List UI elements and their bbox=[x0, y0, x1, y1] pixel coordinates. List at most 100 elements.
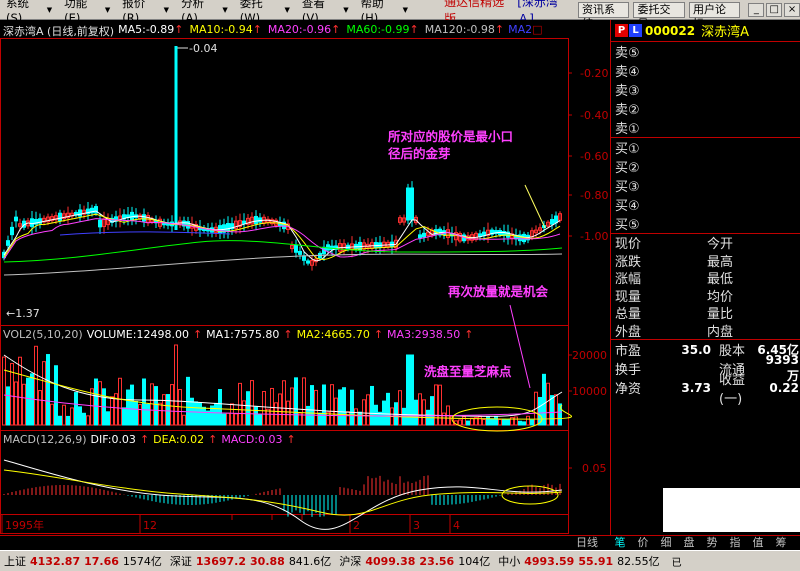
candle-body bbox=[302, 255, 306, 261]
menu-system[interactable]: 系统(S) ▼ bbox=[0, 0, 58, 25]
candle-body bbox=[98, 219, 102, 228]
volume-bar bbox=[154, 386, 158, 426]
bottom-tab[interactable]: 势 bbox=[702, 536, 722, 550]
info-system-button[interactable]: 资讯系统 bbox=[577, 1, 630, 30]
menu-function[interactable]: 功能(E) ▼ bbox=[58, 0, 116, 25]
volume-bar bbox=[498, 418, 502, 426]
bottom-tab[interactable]: 价 bbox=[633, 536, 653, 550]
sell-level[interactable]: 卖③ bbox=[611, 80, 800, 99]
index-segment[interactable]: 沪深 4099.38 23.56 104亿 bbox=[335, 553, 494, 569]
menu-analysis[interactable]: 分析(A) ▼ bbox=[175, 0, 234, 25]
bottom-tab[interactable]: 值 bbox=[748, 536, 768, 550]
status-bar: 上证 4132.87 17.66 1574亿 深证 13697.2 30.88 841.6亿沪… bbox=[0, 550, 800, 571]
index-segment[interactable]: 中小 4993.59 55.91 82.55亿 bbox=[494, 553, 663, 569]
x-axis-label: 3 bbox=[413, 519, 420, 532]
quote-row: 涨跌 最高 bbox=[611, 252, 800, 270]
fundamental-key: 换手 bbox=[615, 363, 642, 378]
volume-bar bbox=[158, 402, 162, 426]
volume-bar bbox=[458, 419, 462, 426]
ma-label-wrap: MA120:-0.98↑ bbox=[425, 23, 504, 39]
bottom-tab[interactable]: 盘 bbox=[679, 536, 699, 550]
volume-bar bbox=[94, 378, 98, 426]
volume-tick-label: 20000 bbox=[572, 349, 607, 362]
buy-level[interactable]: 买③ bbox=[611, 176, 800, 195]
bottom-tab[interactable]: 笔 bbox=[610, 536, 630, 550]
chart-canvas[interactable]: -0.20 -0.40 -0.60 -0.80 -1.00 20000 10000 0.05 1… bbox=[0, 20, 610, 535]
sell-level[interactable]: 卖④ bbox=[611, 61, 800, 80]
volume-bar bbox=[74, 392, 78, 426]
index-volume: 104亿 bbox=[458, 555, 491, 568]
volume-bar bbox=[514, 416, 518, 426]
volume-bar bbox=[226, 412, 230, 426]
macd-highlight-ellipse bbox=[501, 485, 559, 505]
quote-label: 均价 bbox=[707, 289, 734, 305]
price-tick-label: -0.40 bbox=[580, 109, 608, 122]
sell-level[interactable]: 卖② bbox=[611, 99, 800, 118]
volume-bar bbox=[374, 404, 378, 426]
quote-label: 现价 bbox=[615, 237, 642, 253]
volume-bar bbox=[490, 418, 494, 426]
ma-label: MA10:-0.94 bbox=[189, 23, 253, 36]
candle-body bbox=[142, 214, 146, 222]
buy-level[interactable]: 买④ bbox=[611, 195, 800, 214]
candle-body bbox=[298, 250, 302, 255]
volume-bar bbox=[346, 411, 350, 426]
buy-level[interactable]: 买① bbox=[611, 138, 800, 157]
candle-body bbox=[130, 211, 134, 221]
maximize-button[interactable]: □ bbox=[766, 2, 783, 17]
volume-bar bbox=[302, 377, 306, 426]
volume-bar bbox=[494, 415, 498, 426]
volume-bar bbox=[174, 344, 178, 426]
macd-panel-header: MACD(12,26,9) DIF:0.03 ↑ DEA:0.02 ↑ MACD:0.03… bbox=[3, 433, 296, 446]
volume-bar bbox=[262, 391, 266, 426]
menu-help[interactable]: 帮助(H) ▼ bbox=[355, 0, 414, 25]
volume-bar bbox=[482, 418, 486, 426]
volume-bar bbox=[38, 390, 42, 426]
indicator-label: DIF:0.03 bbox=[90, 433, 136, 446]
ma120-line bbox=[3, 253, 563, 276]
bottom-tab[interactable]: 筹 bbox=[771, 536, 791, 550]
buy-level[interactable]: 买② bbox=[611, 157, 800, 176]
volume-bar bbox=[358, 411, 362, 426]
volume-bar bbox=[550, 395, 554, 426]
candle-body bbox=[406, 187, 410, 221]
close-button[interactable]: × bbox=[784, 2, 800, 17]
quote-label: 内盘 bbox=[707, 324, 734, 340]
bottom-tab[interactable]: 细 bbox=[656, 536, 676, 550]
index-segment[interactable]: 上证 4132.87 17.66 1574亿 bbox=[0, 553, 166, 569]
sell-level[interactable]: 卖① bbox=[611, 118, 800, 137]
l-badge-icon[interactable]: L bbox=[629, 24, 642, 37]
volume-bar bbox=[250, 380, 254, 426]
status-extra: 已 bbox=[671, 557, 682, 569]
volume-bar bbox=[134, 400, 138, 426]
sell-level[interactable]: 卖⑤ bbox=[611, 42, 800, 61]
candle-body bbox=[550, 218, 554, 225]
buy-level[interactable]: 买⑤ bbox=[611, 214, 800, 233]
trade-button[interactable]: 委托交易 bbox=[633, 1, 685, 30]
x-axis-label: 1995年 bbox=[5, 518, 44, 532]
volume-bar bbox=[26, 377, 30, 426]
minimize-button[interactable]: _ bbox=[748, 2, 765, 17]
menu-trade[interactable]: 委托(W) ▼ bbox=[234, 0, 296, 25]
volume-bar bbox=[414, 399, 418, 426]
volume-bar bbox=[2, 356, 6, 426]
index-volume: 1574亿 bbox=[122, 555, 162, 568]
menu-view[interactable]: 查看(V) ▼ bbox=[296, 0, 355, 25]
volume-bar bbox=[6, 386, 10, 426]
volume-bar bbox=[238, 382, 242, 426]
menu-quote[interactable]: 报价(R) ▼ bbox=[116, 0, 175, 25]
user-forum-button[interactable]: 用户论坛 bbox=[688, 1, 741, 30]
candle-body bbox=[410, 187, 414, 221]
volume-bar bbox=[122, 407, 126, 426]
tab-daily[interactable]: 日线 bbox=[572, 536, 602, 550]
volume-bar bbox=[470, 417, 474, 426]
index-change: 55.91 bbox=[578, 554, 614, 568]
chart-area[interactable]: -0.20 -0.40 -0.60 -0.80 -1.00 20000 10000 0.05 1… bbox=[0, 20, 610, 535]
volume-bar bbox=[554, 394, 558, 426]
p-badge-icon[interactable]: P bbox=[615, 24, 628, 37]
bottom-tab[interactable]: 指 bbox=[725, 536, 745, 550]
volume-bar bbox=[254, 406, 258, 426]
volume-bar bbox=[518, 420, 522, 426]
index-segment[interactable]: 深证 13697.2 30.88 841.6亿 bbox=[166, 553, 335, 569]
candle-body bbox=[58, 212, 62, 222]
